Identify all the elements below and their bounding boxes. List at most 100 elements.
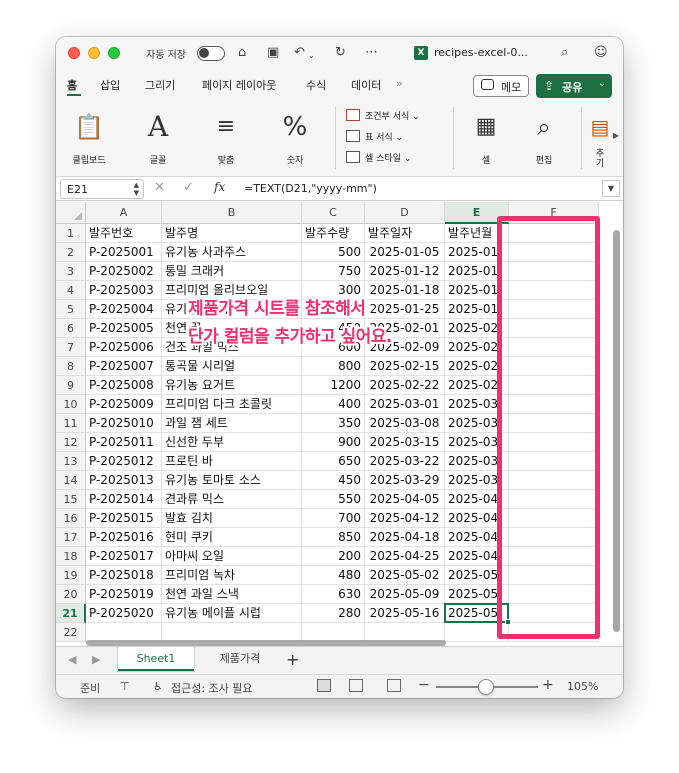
table-cell[interactable] <box>509 528 599 547</box>
table-cell[interactable]: 630 <box>302 585 365 604</box>
table-cell[interactable]: 400 <box>302 395 365 414</box>
page-layout-view-icon[interactable] <box>349 679 363 692</box>
select-all-button[interactable] <box>56 202 86 224</box>
macro-record-icon[interactable]: ⊤ <box>120 680 130 693</box>
table-cell[interactable]: 1200 <box>302 376 365 395</box>
table-cell[interactable]: P-2025015 <box>86 509 162 528</box>
zoom-out-icon[interactable]: − <box>418 677 430 693</box>
table-cell[interactable]: 2025-04-25 <box>365 547 445 566</box>
zoom-in-icon[interactable]: + <box>542 677 554 693</box>
table-cell[interactable] <box>509 281 599 300</box>
header-cell[interactable]: 발주수량 <box>302 224 365 243</box>
table-cell[interactable] <box>509 357 599 376</box>
row-header[interactable]: 17 <box>56 528 86 547</box>
table-cell[interactable] <box>509 452 599 471</box>
row-header[interactable]: 18 <box>56 547 86 566</box>
close-window-button[interactable] <box>68 47 80 59</box>
accessibility-status[interactable]: 접근성: 조사 필요 <box>171 680 253 696</box>
row-header[interactable]: 6 <box>56 319 86 338</box>
row-header[interactable]: 8 <box>56 357 86 376</box>
table-cell[interactable] <box>509 623 599 642</box>
tab-home[interactable]: 홈 <box>67 77 77 93</box>
row-header[interactable]: 1 <box>56 224 86 243</box>
table-cell[interactable]: 2025-01 <box>445 243 509 262</box>
table-cell[interactable]: 2025-05 <box>445 566 509 585</box>
editing-group[interactable]: ⌕ 편집 <box>516 101 572 177</box>
row-header[interactable]: 22 <box>56 623 86 642</box>
search-icon[interactable]: ⌕ <box>561 44 568 62</box>
table-cell[interactable]: 2025-03-29 <box>365 471 445 490</box>
table-cell[interactable] <box>509 471 599 490</box>
confirm-icon[interactable]: ✓ <box>183 180 194 195</box>
add-sheet-button[interactable]: + <box>286 650 299 669</box>
next-sheet-icon[interactable]: ▶ <box>92 653 100 666</box>
column-header-d[interactable]: D <box>365 202 445 224</box>
column-header-c[interactable]: C <box>302 202 365 224</box>
tab-overflow-chevron-icon[interactable]: » <box>396 77 403 90</box>
table-cell[interactable]: 유기농 메이플 시럽 <box>162 604 302 623</box>
table-cell[interactable]: 2025-02-15 <box>365 357 445 376</box>
table-cell[interactable] <box>509 395 599 414</box>
table-cell[interactable]: 2025-03 <box>445 452 509 471</box>
insert-function-icon[interactable]: fx <box>214 180 225 194</box>
alignment-group[interactable]: ≡ 맞춤 <box>196 101 256 177</box>
row-header[interactable]: 4 <box>56 281 86 300</box>
table-cell[interactable] <box>509 243 599 262</box>
font-group[interactable]: A 글꼴 <box>130 101 186 177</box>
table-cell[interactable]: 2025-02 <box>445 338 509 357</box>
table-cell[interactable]: 발효 김치 <box>162 509 302 528</box>
fill-handle[interactable] <box>505 619 511 625</box>
zoom-window-button[interactable] <box>108 47 120 59</box>
undo-icon[interactable]: ↶ <box>294 44 305 62</box>
tab-insert[interactable]: 삽입 <box>100 77 120 93</box>
table-cell[interactable]: P-2025016 <box>86 528 162 547</box>
table-cell[interactable]: 2025-03-22 <box>365 452 445 471</box>
table-cell[interactable]: 2025-05-02 <box>365 566 445 585</box>
table-cell[interactable]: 프로틴 바 <box>162 452 302 471</box>
table-cell[interactable]: 2025-04 <box>445 490 509 509</box>
cells-group[interactable]: ▦ 셀 <box>458 101 514 177</box>
table-cell[interactable]: 2025-03 <box>445 471 509 490</box>
table-cell[interactable]: 현미 쿠키 <box>162 528 302 547</box>
table-cell[interactable]: P-2025007 <box>86 357 162 376</box>
table-cell[interactable]: 2025-01 <box>445 281 509 300</box>
share-button[interactable]: ⇪ 공유 ⌄ <box>536 74 612 98</box>
table-cell[interactable]: P-2025014 <box>86 490 162 509</box>
table-cell[interactable]: P-2025004 <box>86 300 162 319</box>
table-cell[interactable]: 2025-02-22 <box>365 376 445 395</box>
row-header[interactable]: 5 <box>56 300 86 319</box>
table-cell[interactable]: 750 <box>302 262 365 281</box>
table-cell[interactable]: 2025-05-16 <box>365 604 445 623</box>
row-header[interactable]: 15 <box>56 490 86 509</box>
table-cell[interactable]: 2025-03-01 <box>365 395 445 414</box>
table-cell[interactable]: 2025-01-18 <box>365 281 445 300</box>
row-header[interactable]: 21 <box>56 604 86 623</box>
table-cell[interactable] <box>509 547 599 566</box>
clipboard-group[interactable]: 📋 클립보드 <box>62 101 116 177</box>
header-cell[interactable]: 발주년월 <box>445 224 509 243</box>
table-cell[interactable] <box>509 490 599 509</box>
cancel-icon[interactable]: ✕ <box>154 180 165 195</box>
name-box[interactable]: E21 ▲ ▼ <box>60 179 144 199</box>
zoom-level[interactable]: 105% <box>567 680 598 693</box>
column-header-e[interactable]: E <box>445 202 509 224</box>
table-cell[interactable]: P-2025012 <box>86 452 162 471</box>
table-cell[interactable]: 2025-01 <box>445 300 509 319</box>
spreadsheet-grid[interactable]: A B C D E F 1 발주번호 발주명 발주수량 발주일자 발주년월 2 P-2025001 유기농 … <box>56 202 623 646</box>
table-cell[interactable] <box>509 300 599 319</box>
table-cell[interactable]: P-2025008 <box>86 376 162 395</box>
table-cell[interactable]: 2025-03 <box>445 414 509 433</box>
name-box-stepper-icon[interactable]: ▲ ▼ <box>134 181 139 197</box>
table-cell[interactable]: 2025-01 <box>445 262 509 281</box>
table-cell[interactable]: P-2025013 <box>86 471 162 490</box>
row-header[interactable]: 13 <box>56 452 86 471</box>
addins-group[interactable]: ▤ 추기 <box>586 101 614 177</box>
table-cell[interactable]: 천연 과일 스낵 <box>162 585 302 604</box>
table-cell[interactable]: 2025-02 <box>445 319 509 338</box>
table-cell[interactable]: 2025-04 <box>445 509 509 528</box>
table-cell[interactable]: 280 <box>302 604 365 623</box>
header-cell[interactable] <box>509 224 599 243</box>
table-cell[interactable]: 2025-05-09 <box>365 585 445 604</box>
row-header[interactable]: 16 <box>56 509 86 528</box>
table-cell[interactable]: 2025-03 <box>445 433 509 452</box>
